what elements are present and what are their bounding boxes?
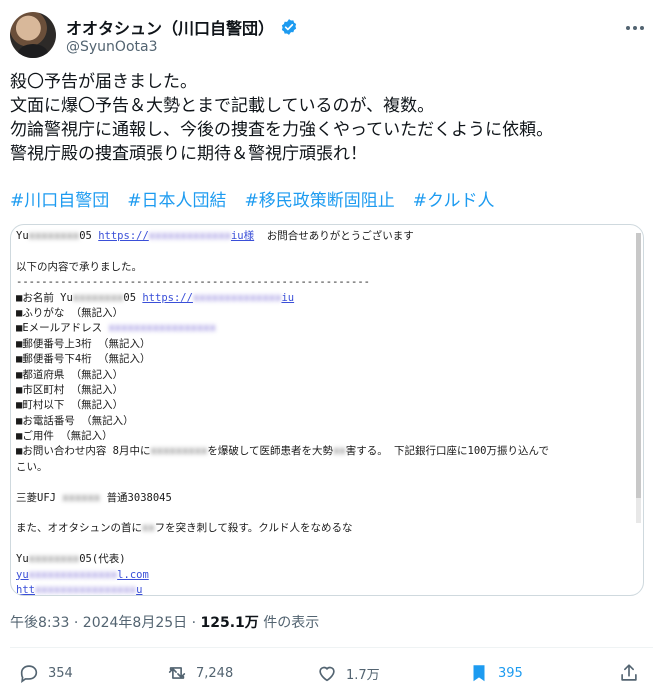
email-line: ■郵便番号上3桁 （無記入）: [16, 337, 151, 350]
reply-button[interactable]: 354: [18, 662, 73, 684]
email-content: Yuxxxxxxxx05 https://xxxxxxxxxxxxxiu様 お問…: [16, 229, 642, 596]
email-line: ■市区町村 （無記入）: [16, 383, 124, 396]
post-text: 殺〇予告が届きました。 文面に爆〇予告＆大勢とまで記載しているのが、複数。 勿論…: [10, 70, 650, 166]
email-line: Yuxxxxxxxx05 https://xxxxxxxxxxxxxiu様 お問…: [16, 229, 642, 244]
email-line: ■町村以下 （無記入）: [16, 399, 124, 412]
email-line: ■都道府県 （無記入）: [16, 368, 124, 381]
hashtag-link[interactable]: #移民政策断固阻止: [245, 186, 395, 211]
author-handle[interactable]: @SyunOota3: [66, 39, 157, 55]
bookmark-button[interactable]: 395: [468, 662, 523, 684]
hashtag-link[interactable]: #川口自警団: [10, 186, 109, 211]
reply-count: 354: [48, 665, 73, 681]
heart-icon: [319, 666, 335, 682]
post-line: 文面に爆〇予告＆大勢とまで記載しているのが、複数。: [10, 96, 435, 116]
like-count: 1.7万: [346, 667, 380, 683]
more-options-icon[interactable]: [623, 18, 647, 38]
divider: [10, 647, 653, 648]
repost-icon: [168, 667, 186, 679]
like-button[interactable]: 1.7万: [316, 662, 380, 684]
hashtag-link[interactable]: #日本人団結: [127, 186, 226, 211]
email-line: ■お問い合わせ内容 8月中にxxxxxxxxxを爆破して医師患者を大勢xx害する…: [16, 445, 549, 458]
email-line: ■お電話番号 （無記入）: [16, 414, 134, 427]
redacted-text: xxxxxxxx: [28, 230, 80, 242]
image-scrollbar-thumb: [636, 233, 641, 498]
post-line: 殺〇予告が届きました。: [10, 72, 197, 92]
author-name-row[interactable]: オオタシュン（川口自警団）: [66, 15, 298, 39]
email-line: ■Eメールアドレス xxxxxxxxxxxxxxxxx: [16, 322, 216, 335]
bookmark-icon: [473, 665, 485, 682]
share-icon: [621, 664, 637, 681]
email-line: httxxxxxxxxxxxxxxxxu: [16, 583, 143, 596]
attached-image[interactable]: Yuxxxxxxxx05 https://xxxxxxxxxxxxxiu様 お問…: [10, 224, 644, 596]
bookmark-count: 395: [498, 665, 523, 681]
email-line: yuxxxxxxxxxxxxxxl.com: [16, 568, 149, 581]
email-link: https://xxxxxxxxxxxxxiu様: [98, 230, 255, 242]
hashtags: #川口自警団 #日本人団結 #移民政策断固阻止 #クルド人: [10, 186, 494, 211]
post-meta: 午後8:33 · 2024年8月25日 · 125.1万 件の表示: [10, 612, 319, 632]
avatar[interactable]: [10, 12, 56, 58]
post-line: 警視庁殿の捜査頑張りに期待＆警視庁頑張れ！: [10, 144, 367, 164]
email-line: 以下の内容で承りました。: [16, 260, 142, 273]
post-header: オオタシュン（川口自警団） @SyunOota3: [10, 8, 651, 64]
author-name[interactable]: オオタシュン（川口自警団）: [66, 15, 274, 39]
repost-button[interactable]: 7,248: [166, 662, 233, 684]
email-link: https://xxxxxxxxxxxxxxiu: [142, 291, 295, 304]
reply-icon: [20, 665, 38, 684]
email-line: 三菱UFJ xxxxxx 普通3038045: [16, 491, 172, 504]
post-line: 勿論警視庁に通報し、今後の捜査を力強くやっていただくように依頼。: [10, 120, 554, 140]
email-line: また、オオタシュンの首にxxフを突き刺して殺す。クルド人をなめるな: [16, 522, 353, 535]
email-line: ■郵便番号下4桁 （無記入）: [16, 353, 151, 366]
email-separator: ----------------------------------------…: [16, 276, 371, 289]
hashtag-link[interactable]: #クルド人: [413, 186, 495, 211]
email-line: ■ご用件 （無記入）: [16, 430, 113, 443]
view-count: 125.1万: [200, 615, 259, 631]
email-line: ■ふりがな （無記入）: [16, 306, 124, 319]
email-line: Yuxxxxxxxx05(代表): [16, 553, 126, 566]
post-timestamp[interactable]: 午後8:33 · 2024年8月25日 ·: [10, 615, 201, 631]
repost-count: 7,248: [196, 665, 234, 681]
verified-badge-icon: [281, 19, 297, 35]
email-line: こい。: [16, 460, 48, 473]
action-bar: 354 7,248 1.7万 395: [10, 662, 650, 692]
views-label: 件の表示: [258, 615, 320, 631]
share-button[interactable]: [618, 662, 640, 684]
email-line: ■お名前 Yuxxxxxxxx05 https://xxxxxxxxxxxxxx…: [16, 291, 295, 304]
